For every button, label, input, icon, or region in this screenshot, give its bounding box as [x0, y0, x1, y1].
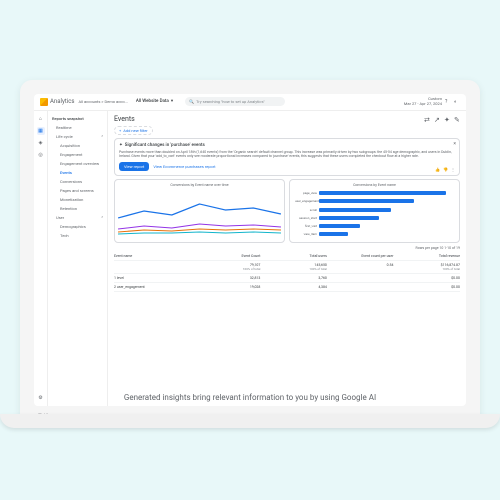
sidebar-item[interactable]: Tech	[48, 231, 107, 240]
sidebar-section[interactable]: Life cycle^	[48, 132, 107, 141]
table-header-row: Event name Event Count Total users Event…	[114, 252, 460, 261]
search-icon: 🔍	[189, 99, 194, 104]
edit-icon[interactable]: ✎	[454, 116, 460, 122]
line-chart-card: Conversions by Event name over time	[114, 179, 285, 243]
search-input[interactable]: 🔍 Try searching "how to set up Analytics…	[185, 97, 285, 106]
sidebar-section[interactable]: User^	[48, 213, 107, 222]
table-pager[interactable]: Rows per page 10 1-10 of 19	[114, 246, 460, 250]
insight-title: Significant changes in 'purchase' events	[125, 143, 205, 148]
table-row-totals: 79,107100% of total 145,650100% of total…	[114, 261, 460, 274]
sidebar-item[interactable]: Pages and screens	[48, 186, 107, 195]
sidebar-item[interactable]: Engagement	[48, 150, 107, 159]
sidebar-header[interactable]: Reports snapshot	[48, 114, 107, 123]
line-chart	[118, 189, 281, 239]
sidebar-item[interactable]: Acquisition	[48, 141, 107, 150]
close-icon[interactable]: ×	[453, 141, 456, 147]
sidebar-item[interactable]: Realtime	[48, 123, 107, 132]
bar-chart: page_view user_engagement scroll session…	[293, 189, 456, 239]
analytics-logo-icon	[40, 98, 48, 106]
main-content: Events ⇄ ↗ ✦ ✎ + Add new filter × ✦ Sign…	[108, 111, 466, 406]
sidebar-item[interactable]: Conversions	[48, 177, 107, 186]
sidebar-item[interactable]: Demographics	[48, 222, 107, 231]
compare-icon[interactable]: ⇄	[424, 116, 430, 122]
page-title: Events	[114, 115, 135, 123]
brand-name: Analytics	[50, 98, 74, 105]
breadcrumb[interactable]: All accounts > Demo acco...	[78, 99, 127, 104]
explore-icon[interactable]: ◈	[37, 139, 45, 147]
home-icon[interactable]: ⌂	[37, 115, 45, 123]
help-icon[interactable]: ?	[445, 99, 451, 105]
logo: Analytics	[40, 98, 74, 106]
sparkle-icon: ✦	[119, 143, 123, 148]
chart-title: Conversions by Event name over time	[118, 183, 281, 187]
insight-card: × ✦ Significant changes in 'purchase' ev…	[114, 138, 460, 176]
table-row: 1 level 32,813 3,760 $0.00	[114, 274, 460, 283]
chevron-up-icon: ^	[101, 215, 103, 220]
reports-icon[interactable]: ▦	[37, 127, 45, 135]
property-selector[interactable]: All Website Data ▾	[136, 99, 173, 104]
table-row: 2 user_engagement 19,028 4,384 $0.00	[114, 283, 460, 292]
sidebar: Reports snapshot Realtime Life cycle^ Ac…	[48, 111, 108, 406]
sidebar-item[interactable]: Retention	[48, 204, 107, 213]
top-bar: Analytics All accounts > Demo acco... Al…	[34, 94, 466, 111]
date-range-picker[interactable]: Custom Mar 27 - Apr 27, 2024	[404, 97, 442, 107]
view-secondary-link[interactable]: View Ecommerce purchases report	[153, 164, 215, 169]
search-placeholder: Try searching "how to set up Analytics"	[196, 99, 265, 104]
thumbs-up-icon[interactable]: 👍	[435, 167, 440, 172]
more-icon[interactable]: ⋮	[451, 167, 455, 172]
bar-chart-card: Conversions by Event name page_view user…	[289, 179, 460, 243]
chevron-up-icon: ^	[101, 134, 103, 139]
chevron-down-icon: ▾	[171, 99, 173, 104]
insights-icon[interactable]: ✦	[444, 116, 450, 122]
chart-title: Conversions by Event name	[293, 183, 456, 187]
insight-body: Purchase events more than doubled on Apr…	[119, 150, 455, 159]
plus-icon: +	[119, 128, 121, 133]
avatar-icon[interactable]: ◐	[454, 99, 460, 105]
sidebar-item[interactable]: Monetization	[48, 195, 107, 204]
view-report-button[interactable]: View report	[119, 162, 149, 171]
thumbs-down-icon[interactable]: 👎	[443, 167, 448, 172]
sidebar-item-events[interactable]: Events	[48, 168, 107, 177]
share-icon[interactable]: ↗	[434, 116, 440, 122]
property-name: All Website Data	[136, 99, 169, 104]
marketing-caption: Generated insights bring relevant inform…	[20, 393, 480, 402]
sidebar-item[interactable]: Engagement overview	[48, 159, 107, 168]
nav-rail: ⌂ ▦ ◈ ◎ ⚙	[34, 111, 48, 406]
add-filter-button[interactable]: + Add new filter	[114, 126, 153, 135]
events-table: Event name Event Count Total users Event…	[114, 252, 460, 292]
ads-icon[interactable]: ◎	[37, 151, 45, 159]
